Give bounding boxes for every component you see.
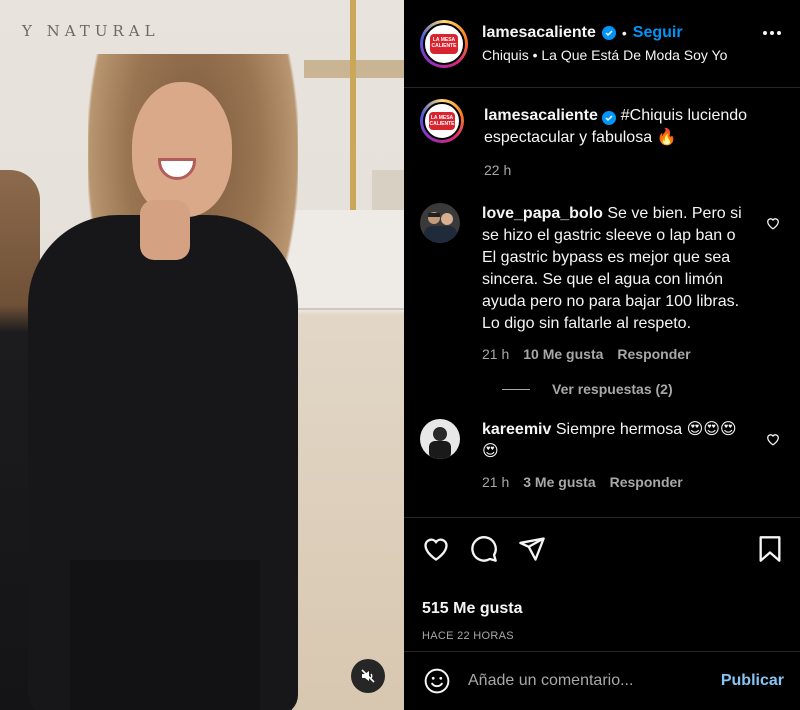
commenter-avatar[interactable] xyxy=(420,203,460,243)
reply-button[interactable]: Responder xyxy=(617,343,690,365)
view-replies-button[interactable]: Ver respuestas (2) xyxy=(502,381,784,397)
caption: LA MESA CALIENTE lamesacaliente #Chiquis … xyxy=(420,99,784,181)
emoji-icon[interactable] xyxy=(424,668,450,694)
comment-text: Se ve bien. Pero si se hizo el gastric s… xyxy=(482,205,742,332)
replies-line xyxy=(502,388,530,390)
follow-button[interactable]: Seguir xyxy=(633,24,683,42)
brand-logo: LA MESA CALIENTE xyxy=(429,112,455,130)
woman-legs xyxy=(70,560,260,710)
add-comment-bar: Publicar xyxy=(404,651,800,710)
post-media-video[interactable]: Y NATURAL xyxy=(0,0,404,710)
view-replies-label: Ver respuestas (2) xyxy=(552,381,673,397)
likes-count[interactable]: 515 Me gusta xyxy=(422,600,782,618)
commenter-avatar[interactable] xyxy=(420,419,460,459)
caption-avatar[interactable]: LA MESA CALIENTE xyxy=(420,99,464,143)
comment-like-button[interactable] xyxy=(766,433,780,446)
audio-subtitle[interactable]: Chiquis • La Que Está De Moda Soy Yo xyxy=(482,47,727,63)
verified-badge-icon xyxy=(601,26,616,40)
comment-username[interactable]: love_papa_bolo xyxy=(482,205,603,222)
gold-pole xyxy=(350,0,356,230)
woman-face xyxy=(132,82,232,217)
comment-item: love_papa_bolo Se ve bien. Pero si se hi… xyxy=(420,203,784,365)
author-username[interactable]: lamesacaliente xyxy=(482,24,596,42)
post-header: LA MESA CALIENTE lamesacaliente • Seguir … xyxy=(404,0,800,88)
author-avatar[interactable]: LA MESA CALIENTE xyxy=(420,19,468,68)
woman-hands xyxy=(140,200,190,260)
wall-sign-text: Y NATURAL xyxy=(22,22,160,40)
bookmark-icon[interactable] xyxy=(758,535,782,563)
comments-list[interactable]: LA MESA CALIENTE lamesacaliente #Chiquis … xyxy=(404,89,800,517)
comment-input[interactable] xyxy=(468,672,721,690)
heart-icon xyxy=(766,433,780,446)
reply-button[interactable]: Responder xyxy=(610,471,683,493)
heart-icon xyxy=(766,217,780,230)
heart-icon[interactable] xyxy=(422,536,450,562)
verified-badge-icon xyxy=(602,111,617,125)
more-options-icon[interactable] xyxy=(762,30,782,36)
post-actions: 515 Me gusta HACE 22 HORAS xyxy=(404,517,800,642)
caption-username[interactable]: lamesacaliente xyxy=(484,107,598,124)
comment-likes[interactable]: 10 Me gusta xyxy=(523,343,603,365)
comment-item: kareemiv Siempre hermosa 😍😍😍😍 21 h 3 Me … xyxy=(420,419,784,493)
speaker-muted-icon xyxy=(360,668,376,684)
comment-like-button[interactable] xyxy=(766,217,780,230)
post-side-panel: LA MESA CALIENTE lamesacaliente • Seguir … xyxy=(404,0,800,710)
comment-time[interactable]: 21 h xyxy=(482,471,509,493)
comment-likes[interactable]: 3 Me gusta xyxy=(523,471,595,493)
share-icon[interactable] xyxy=(518,535,546,563)
post-timestamp[interactable]: HACE 22 HORAS xyxy=(422,630,782,642)
mute-button[interactable] xyxy=(351,659,385,693)
comment-time[interactable]: 21 h xyxy=(482,343,509,365)
separator-dot: • xyxy=(621,25,627,41)
caption-time[interactable]: 22 h xyxy=(484,159,511,181)
comment-icon[interactable] xyxy=(470,535,498,563)
post-comment-button[interactable]: Publicar xyxy=(721,672,784,690)
brand-logo: LA MESA CALIENTE xyxy=(430,33,458,54)
comment-username[interactable]: kareemiv xyxy=(482,421,551,438)
